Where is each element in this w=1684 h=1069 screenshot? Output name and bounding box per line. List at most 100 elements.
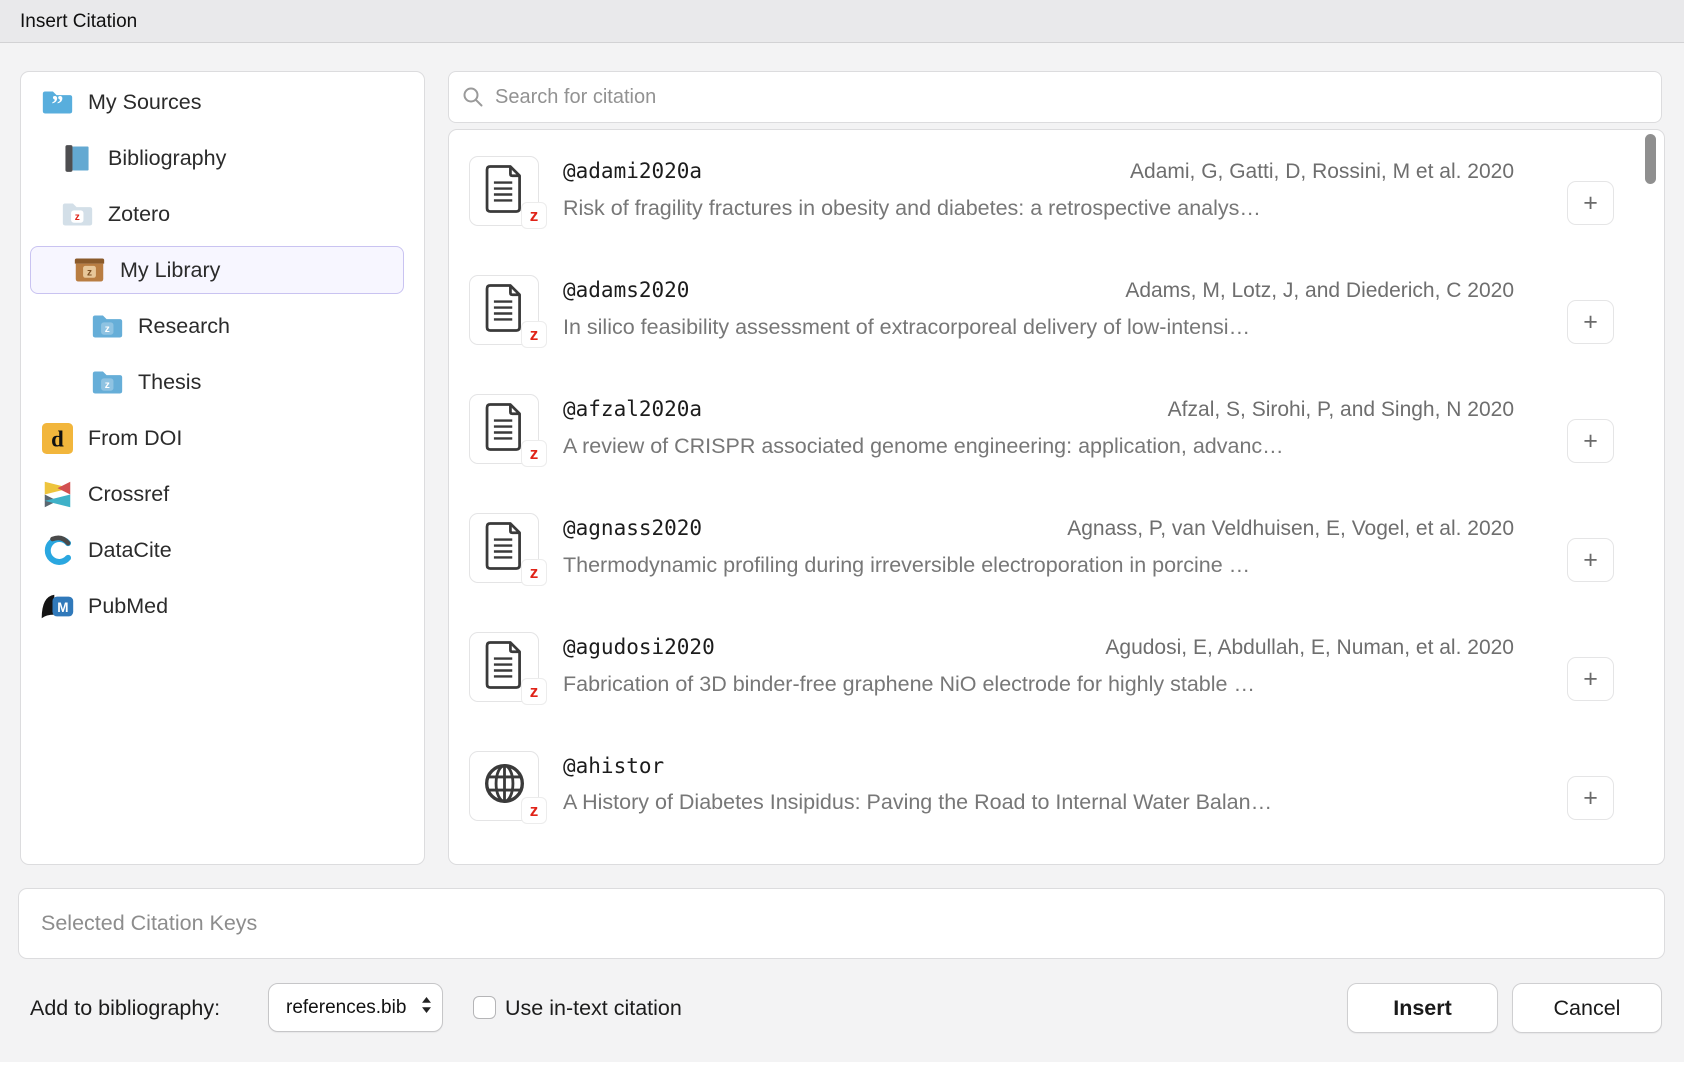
zotero-badge-icon: z xyxy=(522,322,546,347)
use-in-text-label: Use in-text citation xyxy=(505,983,682,1033)
sidebar-item-datacite[interactable]: DataCite xyxy=(30,526,404,574)
document-icon xyxy=(482,401,526,458)
sidebar-item-pubmed[interactable]: M PubMed xyxy=(30,582,404,630)
citation-type-box: z xyxy=(469,513,539,583)
svg-text:”: ” xyxy=(51,92,63,116)
citation-main: @ahistor A History of Diabetes Insipidus:… xyxy=(563,751,1514,858)
globe-icon xyxy=(482,761,527,811)
zotero-badge-icon: z xyxy=(522,798,546,823)
citation-description: Risk of fragility fractures in obesity a… xyxy=(563,193,1514,223)
citation-row[interactable]: z @afzal2020a Afzal, S, Sirohi, P, and Sin… xyxy=(449,382,1664,501)
zotero-badge-icon: z xyxy=(522,441,546,466)
zotero-collection-icon: z xyxy=(89,365,125,399)
zotero-badge-icon: z xyxy=(522,560,546,585)
selected-citation-keys xyxy=(18,888,1665,959)
citation-row[interactable]: z@agnass2020Agnass, P, van Veldhuisen, E… xyxy=(449,501,1664,620)
add-citation-button[interactable]: + xyxy=(1567,657,1614,701)
citation-description: A History of Diabetes Insipidus: Paving … xyxy=(563,787,1514,817)
sidebar-item-label: My Library xyxy=(120,258,220,283)
zotero-badge-icon: z xyxy=(522,679,546,704)
sidebar-item-research[interactable]: z Research xyxy=(30,302,404,350)
sidebar-item-zotero[interactable]: z Zotero xyxy=(30,190,404,238)
citation-search xyxy=(448,71,1662,123)
citation-main: @adams2020 Adams, M, Lotz, J, and Diederi… xyxy=(563,275,1514,382)
zotero-folder-icon: z xyxy=(59,197,95,231)
citation-row[interactable]: z @adami2020a Adami, G, Gatti, D, Rossini,… xyxy=(449,144,1664,263)
citation-type-box: z xyxy=(469,275,539,345)
citation-authors: Afzal, S, Sirohi, P, and Singh, N 2020 xyxy=(1148,395,1514,425)
add-citation-button[interactable]: + xyxy=(1567,181,1614,225)
add-citation-button[interactable]: + xyxy=(1567,300,1614,344)
sidebar-item-my-library[interactable]: z My Library xyxy=(30,246,404,294)
citation-key: @adams2020 xyxy=(563,275,689,305)
select-arrows-icon xyxy=(421,996,432,1019)
citation-main: @agudosi2020 Agudosi, E, Abdullah, E, Num… xyxy=(563,632,1514,739)
selected-keys-input[interactable] xyxy=(18,888,1665,959)
add-citation-button[interactable]: + xyxy=(1567,538,1614,582)
sidebar-item-from-doi[interactable]: d From DOI xyxy=(30,414,404,462)
svg-text:M: M xyxy=(57,599,68,614)
svg-text:d: d xyxy=(51,426,64,451)
sidebar-item-crossref[interactable]: Crossref xyxy=(30,470,404,518)
pubmed-icon: M xyxy=(39,589,75,623)
sidebar-item-label: Research xyxy=(138,314,230,339)
svg-text:z: z xyxy=(86,267,91,278)
citation-description: Fabrication of 3D binder-free graphene N… xyxy=(563,669,1514,699)
bibliography-file-value: references.bib xyxy=(286,997,421,1019)
sidebar-item-my-sources[interactable]: ”My Sources xyxy=(30,78,404,126)
citation-authors: Adams, M, Lotz, J, and Diederich, C 2020 xyxy=(1105,276,1514,306)
citation-type-box: z xyxy=(469,751,539,821)
bottom-strip xyxy=(0,1062,1684,1069)
bibliography-file-select[interactable]: references.bib xyxy=(268,983,443,1032)
document-icon xyxy=(482,163,526,220)
sidebar-item-label: DataCite xyxy=(88,538,172,563)
citation-authors: Agudosi, E, Abdullah, E, Numan, et al. 2… xyxy=(1085,633,1514,663)
citation-description: In silico feasibility assessment of extr… xyxy=(563,312,1514,342)
my-sources-icon: ” xyxy=(39,85,75,119)
citation-key: @agudosi2020 xyxy=(563,632,715,662)
sidebar-item-label: Bibliography xyxy=(108,146,226,171)
citation-authors: Adami, G, Gatti, D, Rossini, M et al. 20… xyxy=(1110,157,1514,187)
library-box-icon: z xyxy=(71,253,107,287)
sidebar-item-label: From DOI xyxy=(88,426,182,451)
add-citation-button[interactable]: + xyxy=(1567,419,1614,463)
scrollbar-thumb[interactable] xyxy=(1645,134,1656,184)
citation-key: @adami2020a xyxy=(563,156,702,186)
citation-main: @adami2020a Adami, G, Gatti, D, Rossini, … xyxy=(563,156,1514,263)
sidebar-item-label: Thesis xyxy=(138,370,201,395)
citation-description: A review of CRISPR associated genome eng… xyxy=(563,431,1514,461)
cancel-button[interactable]: Cancel xyxy=(1512,983,1662,1033)
citation-row[interactable]: z @adams2020 Adams, M, Lotz, J, and Dieder… xyxy=(449,263,1664,382)
svg-text:z: z xyxy=(104,380,109,391)
svg-text:z: z xyxy=(74,212,79,223)
svg-text:z: z xyxy=(104,324,109,335)
citation-row[interactable]: z @ahistor A History of Diabetes Insipidus… xyxy=(449,739,1664,858)
datacite-icon xyxy=(39,533,75,567)
sidebar-item-bibliography[interactable]: Bibliography xyxy=(30,134,404,182)
crossref-icon xyxy=(39,477,75,511)
citation-authors: Agnass, P, van Veldhuisen, E, Vogel, et … xyxy=(1047,514,1514,544)
doi-icon: d xyxy=(39,421,75,455)
sidebar-item-label: Zotero xyxy=(108,202,170,227)
citation-type-box: z xyxy=(469,632,539,702)
add-citation-button[interactable]: + xyxy=(1567,776,1614,820)
add-to-bibliography-label: Add to bibliography: xyxy=(30,983,220,1033)
citation-main: @afzal2020a Afzal, S, Sirohi, P, and Sing… xyxy=(563,394,1514,501)
insert-button[interactable]: Insert xyxy=(1347,983,1498,1033)
zotero-collection-icon: z xyxy=(89,309,125,343)
dialog-footer: Add to bibliography: references.bib Use … xyxy=(0,983,1684,1033)
bibliography-icon xyxy=(59,141,95,175)
citation-row[interactable]: z @agudosi2020 Agudosi, E, Abdullah, E, Nu… xyxy=(449,620,1664,739)
sources-sidebar: ”My Sources Bibliography z Zotero z My Librar… xyxy=(20,71,425,865)
citation-description: Thermodynamic profiling during irreversi… xyxy=(563,550,1514,580)
sidebar-item-thesis[interactable]: z Thesis xyxy=(30,358,404,406)
document-icon xyxy=(482,639,526,696)
citation-type-box: z xyxy=(469,156,539,226)
citation-key: @afzal2020a xyxy=(563,394,702,424)
use-in-text-checkbox[interactable] xyxy=(473,996,496,1019)
citation-key: @ahistor xyxy=(563,751,664,781)
sidebar-item-label: PubMed xyxy=(88,594,168,619)
citation-list: z @adami2020a Adami, G, Gatti, D, Rossini,… xyxy=(448,129,1665,865)
document-icon xyxy=(482,520,526,577)
search-input[interactable] xyxy=(448,71,1662,123)
